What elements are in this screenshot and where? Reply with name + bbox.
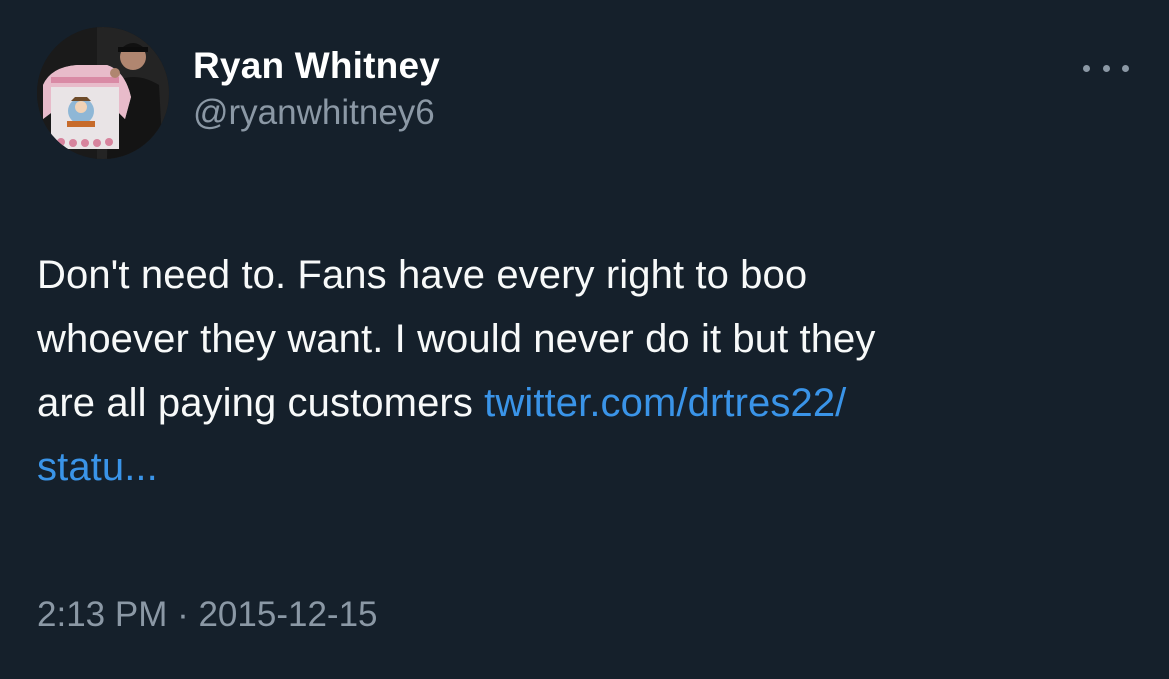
tweet-time: 2:13 PM	[37, 595, 168, 634]
display-name[interactable]: Ryan Whitney	[193, 44, 440, 88]
avatar[interactable]	[37, 27, 169, 159]
more-horizontal-icon	[1122, 64, 1129, 72]
tweet-timestamp[interactable]: 2:13 PM · 2015-12-15	[37, 593, 378, 637]
more-options-button[interactable]	[1083, 56, 1129, 80]
more-horizontal-icon	[1102, 64, 1110, 72]
tweet-text-line: Don't need to. Fans have every right to …	[37, 253, 808, 297]
tweet-card: Ryan Whitney @ryanwhitney6 Don't need to…	[0, 0, 1169, 679]
tweet-text-segment: are all paying customers	[37, 381, 485, 425]
tweet-text-line: statu...	[37, 435, 1137, 499]
author-info: Ryan Whitney @ryanwhitney6	[193, 44, 440, 135]
tweet-link[interactable]: twitter.com/drtres22/	[484, 381, 846, 425]
tweet-link-continuation[interactable]: statu...	[37, 445, 158, 489]
tweet-text-line: whoever they want. I would never do it b…	[37, 317, 876, 361]
profile-photo-icon	[37, 27, 169, 159]
tweet-date: 2015-12-15	[198, 595, 378, 634]
user-handle[interactable]: @ryanwhitney6	[193, 91, 440, 135]
tweet-text: Don't need to. Fans have every right to …	[37, 243, 1137, 499]
timestamp-separator: ·	[167, 595, 199, 634]
tweet-text-line: are all paying customers twitter.com/drt…	[37, 371, 1137, 435]
more-horizontal-icon	[1083, 64, 1090, 72]
